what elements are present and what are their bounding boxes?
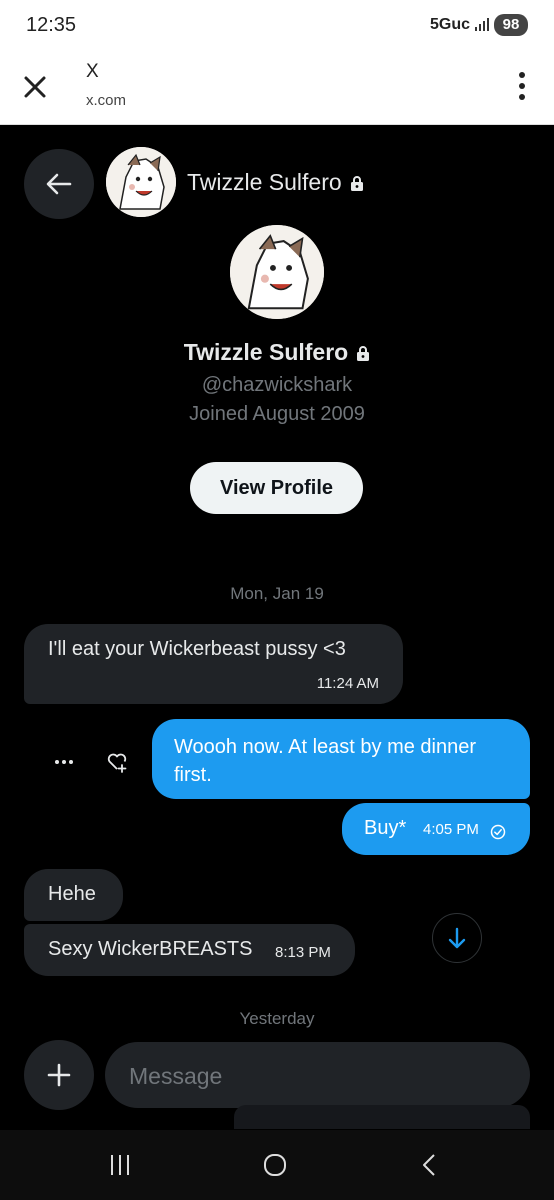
- more-dots-icon[interactable]: [54, 759, 74, 765]
- heart-add-icon[interactable]: [106, 751, 128, 773]
- message-text: Buy*: [364, 817, 407, 839]
- kebab-menu-icon[interactable]: [512, 68, 532, 104]
- message-time: 4:05 PM: [423, 821, 479, 838]
- back-arrow-icon: [46, 173, 72, 195]
- message-bubble-outgoing[interactable]: Buy* 4:05 PM: [342, 803, 530, 855]
- status-time: 12:35: [26, 14, 77, 36]
- close-icon[interactable]: [18, 70, 52, 104]
- message-time: 8:13 PM: [275, 944, 331, 961]
- plus-icon: [47, 1063, 71, 1087]
- battery-indicator: 98: [494, 14, 528, 36]
- message-bubble-incoming[interactable]: Hehe: [24, 869, 123, 921]
- profile-handle: @chazwickshark: [201, 374, 353, 396]
- message-actions: [50, 747, 130, 777]
- add-attachment-button[interactable]: [24, 1040, 94, 1110]
- profile-joined-date: Joined August 2009: [189, 403, 365, 425]
- view-profile-button[interactable]: View Profile: [190, 462, 363, 514]
- profile-summary: Twizzle Sulfero @chazwickshark Joined Au…: [0, 339, 554, 426]
- date-separator: Yesterday: [239, 1009, 315, 1028]
- scroll-to-bottom-button[interactable]: [432, 913, 482, 963]
- chat-header-name-text: Twizzle Sulfero: [187, 169, 342, 195]
- read-check-icon: [490, 824, 506, 840]
- message-text: Sexy WickerBREASTS: [48, 938, 253, 960]
- profile-name-text: Twizzle Sulfero: [183, 339, 349, 365]
- system-nav-bar: [0, 1130, 554, 1200]
- composer-shadow: [234, 1105, 530, 1129]
- browser-toolbar: X x.com: [0, 52, 554, 125]
- status-bar: 12:35 5Guc 98: [0, 0, 554, 52]
- profile-name: Twizzle Sulfero: [0, 339, 554, 366]
- message-bubble-outgoing[interactable]: Woooh now. At least by me dinner first.: [152, 719, 530, 799]
- recents-icon[interactable]: [108, 1153, 132, 1177]
- message-text: Hehe: [48, 883, 96, 905]
- page-url: x.com: [86, 92, 127, 109]
- message-input[interactable]: Message: [105, 1042, 530, 1108]
- back-button[interactable]: [24, 149, 94, 219]
- chat-header-name[interactable]: Twizzle Sulfero: [187, 169, 364, 196]
- home-icon[interactable]: [263, 1153, 287, 1177]
- message-bubble-incoming[interactable]: I'll eat your Wickerbeast pussy <3 11:24…: [24, 624, 403, 704]
- lock-icon: [350, 176, 363, 191]
- date-separator: Mon, Jan 19: [230, 584, 324, 603]
- profile-avatar[interactable]: [230, 225, 324, 319]
- message-bubble-incoming[interactable]: Sexy WickerBREASTS 8:13 PM: [24, 924, 355, 976]
- profile-avatar-image: [230, 225, 324, 319]
- conversation-view: Twizzle Sulfero Twizzle Sulfero @chazwic…: [0, 125, 554, 1130]
- page-title: X: [86, 61, 99, 82]
- message-text: Woooh now. At least by me dinner first.: [174, 736, 477, 786]
- lock-icon: [357, 346, 370, 361]
- network-indicator: 5Guc: [429, 16, 470, 33]
- arrow-down-icon: [448, 927, 466, 949]
- avatar-image: [106, 147, 176, 217]
- message-time: 11:24 AM: [316, 675, 379, 692]
- avatar[interactable]: [106, 147, 176, 217]
- message-text: I'll eat your Wickerbeast pussy <3: [48, 638, 346, 660]
- signal-icon: [475, 18, 489, 31]
- android-back-icon[interactable]: [418, 1153, 442, 1177]
